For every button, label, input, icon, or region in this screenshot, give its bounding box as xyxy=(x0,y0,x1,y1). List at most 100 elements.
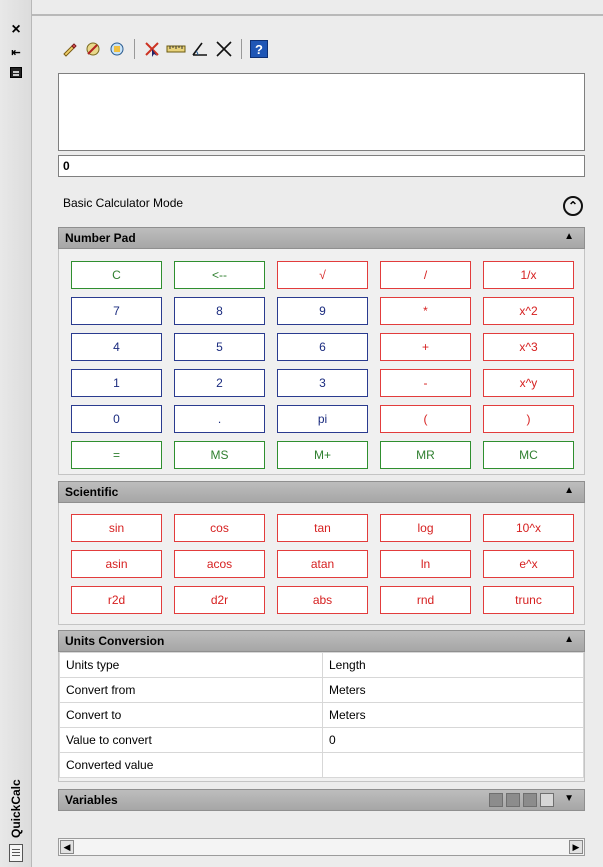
collapse-arrow-icon[interactable]: ▲ xyxy=(564,231,574,242)
table-row: Value to convert 0 xyxy=(59,727,584,753)
input-box[interactable]: 0 xyxy=(58,155,585,177)
number-pad-key[interactable]: 6 xyxy=(277,333,368,361)
number-pad-key[interactable]: 3 xyxy=(277,369,368,397)
table-row: Convert from Meters xyxy=(59,677,584,703)
number-pad-key[interactable]: MC xyxy=(483,441,574,469)
number-pad-key[interactable]: 0 xyxy=(71,405,162,433)
convert-to-label: Convert to xyxy=(59,702,323,728)
scientific-title: Scientific xyxy=(65,485,119,499)
number-pad-key[interactable]: 4 xyxy=(71,333,162,361)
number-pad-key[interactable]: 2 xyxy=(174,369,265,397)
help-icon[interactable]: ? xyxy=(248,38,270,60)
number-pad-key[interactable]: + xyxy=(380,333,471,361)
clear-history-icon[interactable] xyxy=(82,38,104,60)
edit-variable-icon[interactable] xyxy=(506,793,520,807)
scientific-key[interactable]: e^x xyxy=(483,550,574,578)
number-pad-key[interactable]: √ xyxy=(277,261,368,289)
scientific-key[interactable]: trunc xyxy=(483,586,574,614)
scientific-key[interactable]: sin xyxy=(71,514,162,542)
units-conversion-header[interactable]: Units Conversion ▲ xyxy=(58,630,585,652)
toolbar-separator xyxy=(134,39,135,59)
scientific-key[interactable]: atan xyxy=(277,550,368,578)
get-coordinates-icon[interactable] xyxy=(141,38,163,60)
table-row: Converted value xyxy=(59,752,584,778)
chevron-up-icon: ⌃ xyxy=(567,199,579,213)
number-pad-key[interactable]: MS xyxy=(174,441,265,469)
collapse-arrow-icon[interactable]: ▲ xyxy=(564,485,574,496)
scientific-key[interactable]: ln xyxy=(380,550,471,578)
number-pad-key[interactable]: x^3 xyxy=(483,333,574,361)
number-pad-key[interactable]: = xyxy=(71,441,162,469)
number-pad-key[interactable]: x^2 xyxy=(483,297,574,325)
number-pad-key[interactable]: M+ xyxy=(277,441,368,469)
scientific-key[interactable]: r2d xyxy=(71,586,162,614)
number-pad-key[interactable]: 1/x xyxy=(483,261,574,289)
close-icon[interactable]: × xyxy=(8,21,24,38)
scientific-key[interactable]: cos xyxy=(174,514,265,542)
variables-header[interactable]: Variables ▼ xyxy=(58,789,585,811)
number-pad-key[interactable]: <-- xyxy=(174,261,265,289)
paste-to-command-line-icon[interactable] xyxy=(106,38,128,60)
number-pad-panel: C <-- √ / 1/x 7 8 9 * x^2 4 5 6 + x^3 1 2 3- x^y 0. pi () = MS M… xyxy=(58,249,585,475)
expand-arrow-icon[interactable]: ▼ xyxy=(564,793,574,804)
horizontal-scrollbar[interactable]: ◀ ▶ xyxy=(58,838,585,856)
more-less-toggle-button[interactable]: ⌃ xyxy=(563,196,583,216)
angle-of-line-icon[interactable] xyxy=(189,38,211,60)
number-pad-key[interactable]: ) xyxy=(483,405,574,433)
units-type-label: Units type xyxy=(59,652,323,678)
palette-title: QuickCalc xyxy=(9,779,23,838)
units-conversion-table: Units type Length Convert from Meters Co… xyxy=(59,652,584,778)
calculator-mode-label: Basic Calculator Mode xyxy=(63,196,184,210)
palette-menu-icon[interactable] xyxy=(9,844,23,862)
distance-between-two-points-icon[interactable] xyxy=(165,38,187,60)
scientific-key[interactable]: tan xyxy=(277,514,368,542)
history-area[interactable] xyxy=(58,73,585,151)
number-pad-key[interactable]: 5 xyxy=(174,333,265,361)
scroll-right-icon[interactable]: ▶ xyxy=(569,840,583,854)
table-row: Convert to Meters xyxy=(59,702,584,728)
number-pad-key[interactable]: 7 xyxy=(71,297,162,325)
convert-from-value[interactable]: Meters xyxy=(322,677,584,703)
clear-icon[interactable] xyxy=(58,38,80,60)
number-pad-title: Number Pad xyxy=(65,231,136,245)
scientific-key[interactable]: asin xyxy=(71,550,162,578)
table-row: Units type Length xyxy=(59,652,584,678)
value-to-convert-label: Value to convert xyxy=(59,727,323,753)
intersection-of-four-points-icon[interactable] xyxy=(213,38,235,60)
number-pad-key[interactable]: * xyxy=(380,297,471,325)
number-pad-key[interactable]: 1 xyxy=(71,369,162,397)
scientific-key[interactable]: acos xyxy=(174,550,265,578)
units-type-value[interactable]: Length xyxy=(322,652,584,678)
properties-icon[interactable] xyxy=(8,64,24,80)
delete-variable-icon[interactable] xyxy=(523,793,537,807)
variable-to-input-icon[interactable] xyxy=(540,793,554,807)
convert-to-value[interactable]: Meters xyxy=(322,702,584,728)
number-pad-key[interactable]: C xyxy=(71,261,162,289)
number-pad-key[interactable]: - xyxy=(380,369,471,397)
number-pad-key[interactable]: x^y xyxy=(483,369,574,397)
number-pad-key[interactable]: 8 xyxy=(174,297,265,325)
toolbar-separator xyxy=(241,39,242,59)
autohide-icon[interactable]: ⇤ xyxy=(8,44,24,60)
units-conversion-title: Units Conversion xyxy=(65,634,165,648)
number-pad-key[interactable]: / xyxy=(380,261,471,289)
help-glyph: ? xyxy=(250,40,268,58)
scientific-key[interactable]: d2r xyxy=(174,586,265,614)
scientific-key[interactable]: log xyxy=(380,514,471,542)
scroll-left-icon[interactable]: ◀ xyxy=(60,840,74,854)
scientific-key[interactable]: abs xyxy=(277,586,368,614)
scientific-header[interactable]: Scientific ▲ xyxy=(58,481,585,503)
new-variable-icon[interactable] xyxy=(489,793,503,807)
number-pad-key[interactable]: . xyxy=(174,405,265,433)
units-conversion-panel: Units type Length Convert from Meters Co… xyxy=(58,652,585,782)
collapse-arrow-icon[interactable]: ▲ xyxy=(564,634,574,645)
scientific-key[interactable]: rnd xyxy=(380,586,471,614)
number-pad-key[interactable]: pi xyxy=(277,405,368,433)
value-to-convert-value[interactable]: 0 xyxy=(322,727,584,753)
number-pad-key[interactable]: MR xyxy=(380,441,471,469)
number-pad-key[interactable]: ( xyxy=(380,405,471,433)
top-divider xyxy=(32,14,603,16)
scientific-key[interactable]: 10^x xyxy=(483,514,574,542)
number-pad-header[interactable]: Number Pad ▲ xyxy=(58,227,585,249)
number-pad-key[interactable]: 9 xyxy=(277,297,368,325)
